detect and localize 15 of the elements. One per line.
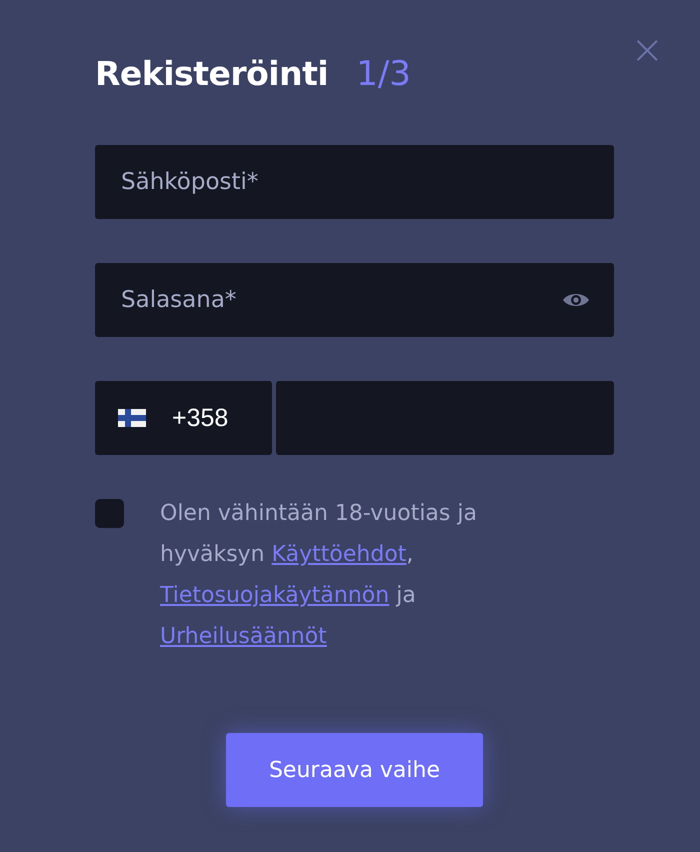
terms-link[interactable]: Urheilusäännöt: [160, 624, 327, 649]
terms-link[interactable]: Tietosuojakäytännön: [160, 583, 390, 608]
close-button[interactable]: ×: [624, 30, 670, 70]
email-field[interactable]: Sähköposti*: [95, 145, 614, 219]
phone-field[interactable]: [276, 381, 614, 455]
next-step-button[interactable]: Seuraava vaihe: [226, 733, 483, 807]
checkbox[interactable]: [95, 499, 124, 528]
password-field[interactable]: Salasana*: [95, 263, 614, 337]
terms-link[interactable]: Käyttöehdot: [272, 542, 406, 567]
consent-text: Olen vähintään 18-vuotias ja hyväksyn Käyttöehdot, Tietosuojakäytännön ja Urheilusäännöt: [160, 500, 478, 651]
step-counter: 1/3: [356, 54, 411, 94]
dialog-title: Rekisteröinti: [95, 54, 328, 93]
eye-icon[interactable]: [562, 291, 590, 309]
flag-icon: [118, 409, 146, 427]
country-code-select[interactable]: +358: [95, 381, 272, 455]
